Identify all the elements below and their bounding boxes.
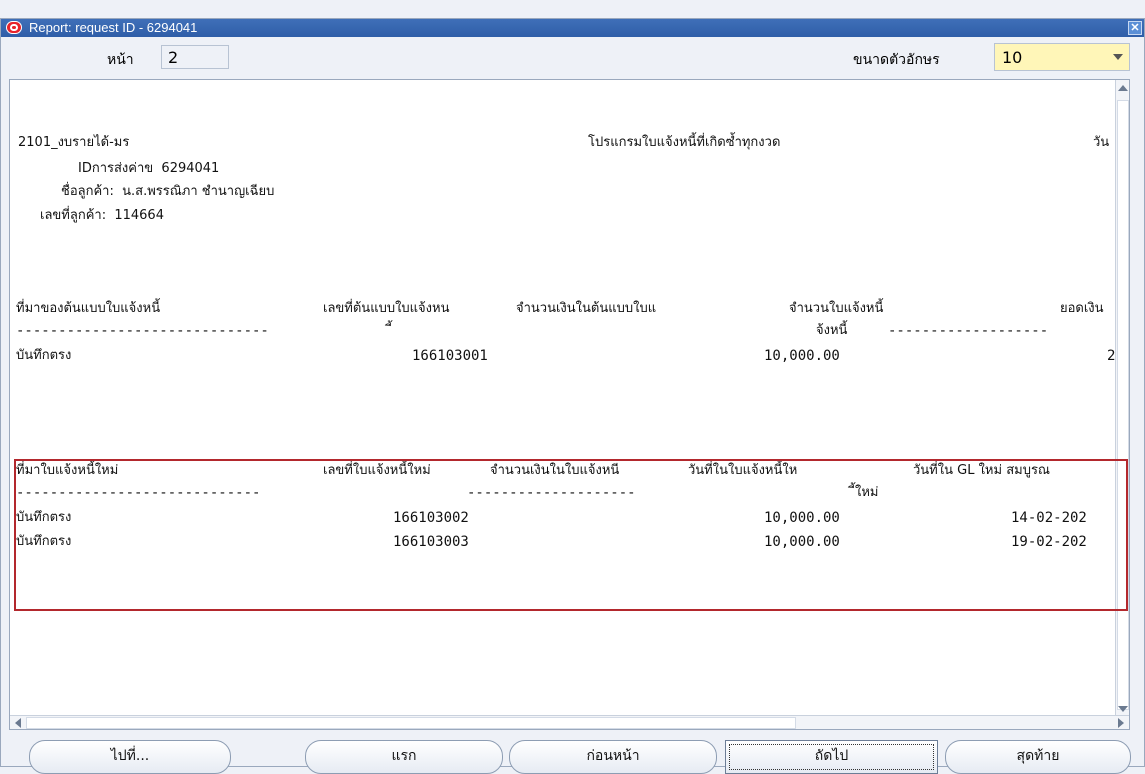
- s2-divider-b: --------------------: [467, 485, 636, 501]
- font-size-value: 10: [1002, 48, 1023, 67]
- next-button[interactable]: ถัดไป: [725, 740, 938, 774]
- s2-col-date: วันที่ในใบแจ้งหนี้ให: [688, 463, 798, 478]
- last-button[interactable]: สุดท้าย: [945, 740, 1131, 774]
- s2-row1-source: บันทึกตรง: [16, 510, 72, 525]
- s1-wrap-count: จ้งหนี้: [816, 323, 848, 338]
- s2-row2-number: 166103003: [393, 534, 469, 550]
- report-date-label: วัน: [1093, 135, 1110, 150]
- page-number-input[interactable]: 2: [161, 45, 229, 69]
- s1-col-amount: จำนวนเงินในต้นแบบใบแ: [516, 301, 657, 316]
- report-window: Report: request ID - 6294041 ✕ หน้า 2 ขน…: [0, 18, 1145, 774]
- s1-col-balance: ยอดเงิน: [1060, 301, 1104, 316]
- s1-divider-a: ------------------------------: [16, 323, 269, 339]
- s2-row1-number: 166103002: [393, 510, 469, 526]
- s1-col-source: ที่มาของต้นแบบใบแจ้งหนี้: [16, 301, 161, 316]
- s2-wrap-date: ี้ใหม่: [855, 485, 879, 500]
- s2-col-gl-date: วันที่ใน GL ใหม่ สมบูรณ: [913, 463, 1050, 478]
- s2-row1-date: 14-02-202: [1011, 510, 1087, 526]
- previous-button[interactable]: ก่อนหน้า: [509, 740, 717, 774]
- s1-col-number: เลขที่ต้นแบบใบแจ้งหน: [323, 301, 450, 316]
- first-button[interactable]: แรก: [305, 740, 503, 774]
- close-icon[interactable]: ✕: [1128, 21, 1142, 35]
- s2-row1-amount: 10,000.00: [764, 510, 840, 526]
- window-title: Report: request ID - 6294041: [29, 20, 198, 35]
- scroll-right-icon[interactable]: [1115, 717, 1127, 729]
- scroll-left-icon[interactable]: [12, 717, 24, 729]
- vertical-scrollbar[interactable]: [1115, 80, 1129, 717]
- font-size-select[interactable]: 10: [994, 43, 1130, 71]
- report-customer-name: ชื่อลูกค้า: น.ส.พรรณิภา ชำนาญเฉียบ: [61, 184, 275, 199]
- horizontal-scroll-thumb[interactable]: [26, 717, 796, 729]
- report-customer-number: เลขที่ลูกค้า: 114664: [40, 208, 164, 223]
- report-request-id: IDการส่งค่าข 6294041: [78, 161, 220, 176]
- horizontal-scrollbar[interactable]: [10, 715, 1129, 729]
- s1-row-number: 166103001: [412, 348, 488, 364]
- chevron-down-icon[interactable]: [1113, 54, 1123, 60]
- title-bar[interactable]: Report: request ID - 6294041 ✕: [1, 19, 1144, 37]
- s2-col-amount: จำนวนเงินในใบแจ้งหนี: [490, 463, 620, 478]
- report-viewer[interactable]: 2101_งบรายได้-มร โปรแกรมใบแจ้งหนี้ที่เกิ…: [9, 79, 1130, 730]
- report-toolbar: หน้า 2 ขนาดตัวอักษร 10: [1, 37, 1144, 73]
- scroll-down-icon[interactable]: [1117, 703, 1129, 715]
- report-content: 2101_งบรายได้-มร โปรแกรมใบแจ้งหนี้ที่เกิ…: [10, 80, 1117, 717]
- s1-divider-b: -------------------: [888, 323, 1049, 339]
- s2-col-number: เลขที่ใบแจ้งหนี้ใหม่: [323, 463, 431, 478]
- report-company: 2101_งบรายได้-มร: [18, 135, 130, 150]
- scroll-up-icon[interactable]: [1117, 82, 1129, 94]
- oracle-app-icon: [6, 21, 22, 34]
- goto-button[interactable]: ไปที่...: [29, 740, 231, 774]
- s1-row-amount: 10,000.00: [764, 348, 840, 364]
- s2-row2-amount: 10,000.00: [764, 534, 840, 550]
- s1-col-count: จำนวนใบแจ้งหนี้: [789, 301, 884, 316]
- page-label: หน้า: [107, 52, 134, 68]
- font-size-label: ขนาดตัวอักษร: [853, 52, 940, 68]
- s2-row2-source: บันทึกตรง: [16, 534, 72, 549]
- s2-col-source: ที่มาใบแจ้งหนี้ใหม่: [16, 463, 119, 478]
- s2-divider-a: -----------------------------: [16, 485, 261, 501]
- s2-row2-date: 19-02-202: [1011, 534, 1087, 550]
- report-program-title: โปรแกรมใบแจ้งหนี้ที่เกิดซ้ำทุกงวด: [588, 135, 781, 150]
- s1-row-source: บันทึกตรง: [16, 348, 72, 363]
- vertical-scroll-thumb[interactable]: [1117, 100, 1129, 710]
